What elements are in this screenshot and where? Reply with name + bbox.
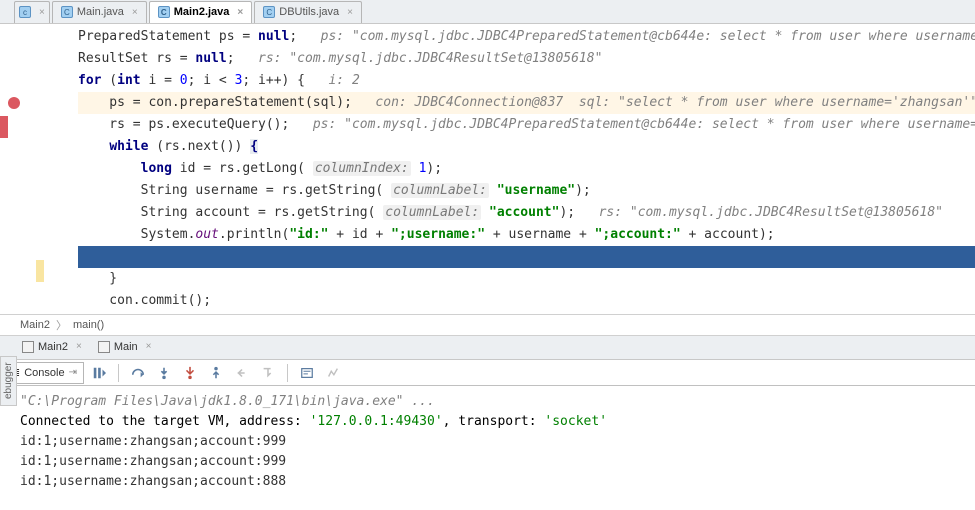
console-line: id:1;username:zhangsan;account:999 xyxy=(20,432,969,452)
tab-label: Main.java xyxy=(77,6,124,18)
console-output[interactable]: "C:\Program Files\Java\jdk1.8.0_171\bin\… xyxy=(0,386,975,498)
breadcrumb-item[interactable]: main() xyxy=(73,319,104,331)
code-line: } xyxy=(78,268,975,290)
code-line: PreparedStatement ps = null; ps: "com.my… xyxy=(78,26,975,48)
console-line: Connected to the target VM, address: '12… xyxy=(20,412,969,432)
code-line: String username = rs.getString( columnLa… xyxy=(78,180,975,202)
run-to-cursor-button[interactable] xyxy=(257,362,279,384)
separator xyxy=(287,364,288,382)
tab-main2-java[interactable]: C Main2.java × xyxy=(149,1,252,23)
run-config-icon xyxy=(22,341,34,353)
force-step-into-button[interactable] xyxy=(179,362,201,384)
code-line: long id = rs.getLong( columnIndex: 1); xyxy=(78,158,975,180)
run-config-icon xyxy=(98,341,110,353)
console-line: id:1;username:zhangsan;account:888 xyxy=(20,472,969,492)
pin-icon[interactable]: ⇥ xyxy=(69,367,77,378)
code-line: con.commit(); xyxy=(78,290,975,312)
tab-label: Main2.java xyxy=(174,6,230,18)
close-icon[interactable]: × xyxy=(132,7,138,18)
tab-extra[interactable]: c× xyxy=(14,1,50,23)
breadcrumb-item[interactable]: Main2 xyxy=(20,319,50,331)
editor-tabs: c× C Main.java × C Main2.java × C DBUtils.jav… xyxy=(0,0,975,24)
close-icon[interactable]: × xyxy=(347,7,353,18)
breadcrumb: Main2 〉 main() xyxy=(0,314,975,336)
debug-tab-main[interactable]: Main× xyxy=(90,337,160,359)
java-class-icon: C xyxy=(158,6,170,18)
code-line: ResultSet rs = null; rs: "com.mysql.jdbc… xyxy=(78,48,975,70)
debugger-tool-window-tab[interactable]: ebugger xyxy=(0,356,17,406)
debug-tab-main2[interactable]: Main2× xyxy=(14,337,90,359)
java-class-icon: C xyxy=(263,6,275,18)
close-icon[interactable]: × xyxy=(146,341,152,352)
code-line: for (int i = 0; i < 3; i++) { i: 2 xyxy=(78,70,975,92)
drop-frame-button[interactable] xyxy=(231,362,253,384)
tab-main-java[interactable]: C Main.java × xyxy=(52,1,147,23)
debug-session-tabs: Main2× Main× xyxy=(0,336,975,360)
step-out-button[interactable] xyxy=(205,362,227,384)
code-line: rs = ps.executeQuery(); ps: "com.mysql.j… xyxy=(78,114,975,136)
step-over-button[interactable] xyxy=(127,362,149,384)
code-line: ps = con.prepareStatement(sql); con: JDB… xyxy=(78,92,975,114)
close-icon[interactable]: × xyxy=(76,341,82,352)
change-marker xyxy=(36,260,44,282)
code-line-current xyxy=(78,246,975,268)
console-line: id:1;username:zhangsan;account:999 xyxy=(20,452,969,472)
error-stripe xyxy=(0,116,8,138)
tab-dbutils-java[interactable]: C DBUtils.java × xyxy=(254,1,362,23)
breakpoint-error-icon[interactable] xyxy=(8,97,20,109)
close-icon[interactable]: × xyxy=(237,7,243,18)
code-line: System.out.println("id:" + id + ";userna… xyxy=(78,224,975,246)
console-line: "C:\Program Files\Java\jdk1.8.0_171\bin\… xyxy=(20,392,969,412)
trace-button[interactable] xyxy=(322,362,344,384)
java-class-icon: C xyxy=(61,6,73,18)
code-line: while (rs.next()) { xyxy=(78,136,975,158)
separator xyxy=(118,364,119,382)
debug-toolbar: ≣ Console ⇥ xyxy=(0,360,975,386)
code-line: String account = rs.getString( columnLab… xyxy=(78,202,975,224)
show-execution-point-button[interactable] xyxy=(88,362,110,384)
evaluate-expression-button[interactable] xyxy=(296,362,318,384)
chevron-right-icon: 〉 xyxy=(56,317,67,333)
step-into-button[interactable] xyxy=(153,362,175,384)
tab-label: DBUtils.java xyxy=(279,6,339,18)
code-editor[interactable]: PreparedStatement ps = null; ps: "com.my… xyxy=(0,24,975,314)
